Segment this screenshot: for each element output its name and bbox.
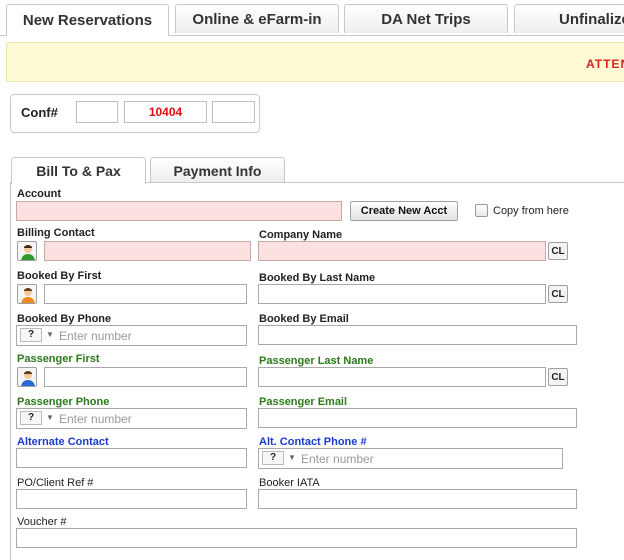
phone-number-input[interactable]: Enter number — [59, 329, 132, 343]
passenger-first-label: Passenger First — [17, 353, 100, 365]
tab-bill-to-pax[interactable]: Bill To & Pax — [11, 157, 146, 184]
booked-by-first-input[interactable] — [44, 284, 247, 304]
booked-by-last-label: Booked By Last Name — [259, 272, 376, 284]
booked-by-phone-field[interactable]: ? ▼ Enter number — [16, 325, 247, 346]
chevron-down-icon[interactable]: ▼ — [46, 413, 54, 422]
confirmation-box: Conf# 10404 — [10, 94, 260, 133]
copy-from-here-checkbox[interactable] — [475, 204, 488, 217]
tab-unfinalize[interactable]: Unfinalize — [514, 4, 624, 33]
booked-by-phone-label: Booked By Phone — [17, 313, 112, 325]
booked-by-last-input[interactable] — [258, 284, 546, 304]
voucher-input[interactable] — [16, 528, 577, 548]
top-tab-bar: New Reservations Online & eFarm-in DA Ne… — [0, 0, 624, 36]
booker-iata-input[interactable] — [258, 489, 577, 509]
passenger-last-label: Passenger Last Name — [259, 355, 374, 367]
conf-field-suffix[interactable] — [212, 101, 255, 123]
alt-contact-phone-field[interactable]: ? ▼ Enter number — [258, 448, 563, 469]
phone-number-input[interactable]: Enter number — [59, 412, 132, 426]
tab-new-reservations[interactable]: New Reservations — [6, 4, 169, 36]
booked-by-cl-button[interactable]: CL — [548, 285, 568, 303]
booker-iata-label: Booker IATA — [259, 477, 320, 489]
conf-number-field[interactable]: 10404 — [124, 101, 207, 123]
passenger-phone-label: Passenger Phone — [17, 396, 110, 408]
passenger-first-input[interactable] — [44, 367, 247, 387]
phone-number-input[interactable]: Enter number — [301, 452, 374, 466]
country-code-select[interactable]: ? — [20, 328, 42, 342]
country-code-select[interactable]: ? — [20, 411, 42, 425]
country-code-select[interactable]: ? — [262, 451, 284, 465]
passenger-email-input[interactable] — [258, 408, 577, 428]
copy-from-here-label: Copy from here — [493, 205, 569, 217]
person-orange-icon[interactable] — [17, 284, 37, 304]
passenger-last-input[interactable] — [258, 367, 546, 387]
conf-field-prefix[interactable] — [76, 101, 118, 123]
billing-contact-input[interactable] — [44, 241, 251, 261]
alternate-contact-label: Alternate Contact — [17, 436, 109, 448]
passenger-phone-field[interactable]: ? ▼ Enter number — [16, 408, 247, 429]
company-name-input[interactable] — [258, 241, 546, 261]
account-label: Account — [17, 188, 61, 200]
conf-label: Conf# — [21, 105, 58, 120]
booked-by-email-label: Booked By Email — [259, 313, 349, 325]
alt-contact-phone-label: Alt. Contact Phone # — [259, 436, 367, 448]
account-input[interactable] — [16, 201, 342, 221]
po-client-ref-label: PO/Client Ref # — [17, 477, 94, 489]
person-blue-icon[interactable] — [17, 367, 37, 387]
attention-text: ATTEN — [586, 57, 624, 71]
booked-by-first-label: Booked By First — [17, 270, 102, 282]
tab-online-efarm-in[interactable]: Online & eFarm-in — [175, 4, 339, 33]
billing-contact-label: Billing Contact — [17, 227, 95, 239]
company-name-label: Company Name — [259, 229, 343, 241]
passenger-cl-button[interactable]: CL — [548, 368, 568, 386]
tab-payment-info[interactable]: Payment Info — [150, 157, 285, 183]
tab-da-net-trips[interactable]: DA Net Trips — [344, 4, 508, 33]
person-green-icon[interactable] — [17, 241, 37, 261]
alternate-contact-input[interactable] — [16, 448, 247, 468]
chevron-down-icon[interactable]: ▼ — [288, 453, 296, 462]
voucher-label: Voucher # — [17, 516, 67, 528]
po-client-ref-input[interactable] — [16, 489, 247, 509]
create-new-acct-button[interactable]: Create New Acct — [350, 201, 458, 221]
chevron-down-icon[interactable]: ▼ — [46, 330, 54, 339]
company-cl-button[interactable]: CL — [548, 242, 568, 260]
booked-by-email-input[interactable] — [258, 325, 577, 345]
attention-banner: ATTEN — [6, 42, 624, 82]
passenger-email-label: Passenger Email — [259, 396, 348, 408]
